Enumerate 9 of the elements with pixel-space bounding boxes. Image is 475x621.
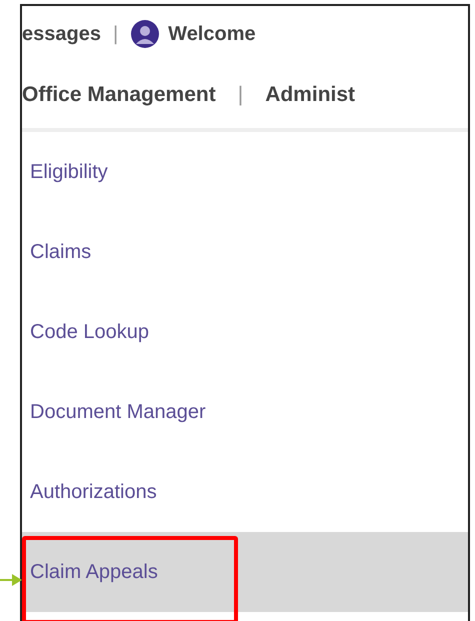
nav-link[interactable]: Administ — [265, 83, 356, 107]
separator: | — [112, 22, 118, 46]
messages-link[interactable]: essages — [22, 22, 101, 46]
arrow-icon — [0, 572, 22, 588]
user-icon — [130, 19, 160, 49]
welcome-text: Welcome — [168, 22, 256, 46]
menu-item[interactable]: Claim Appeals — [22, 532, 468, 612]
separator: | — [238, 83, 244, 107]
nav-link[interactable]: Office Management — [22, 83, 216, 107]
